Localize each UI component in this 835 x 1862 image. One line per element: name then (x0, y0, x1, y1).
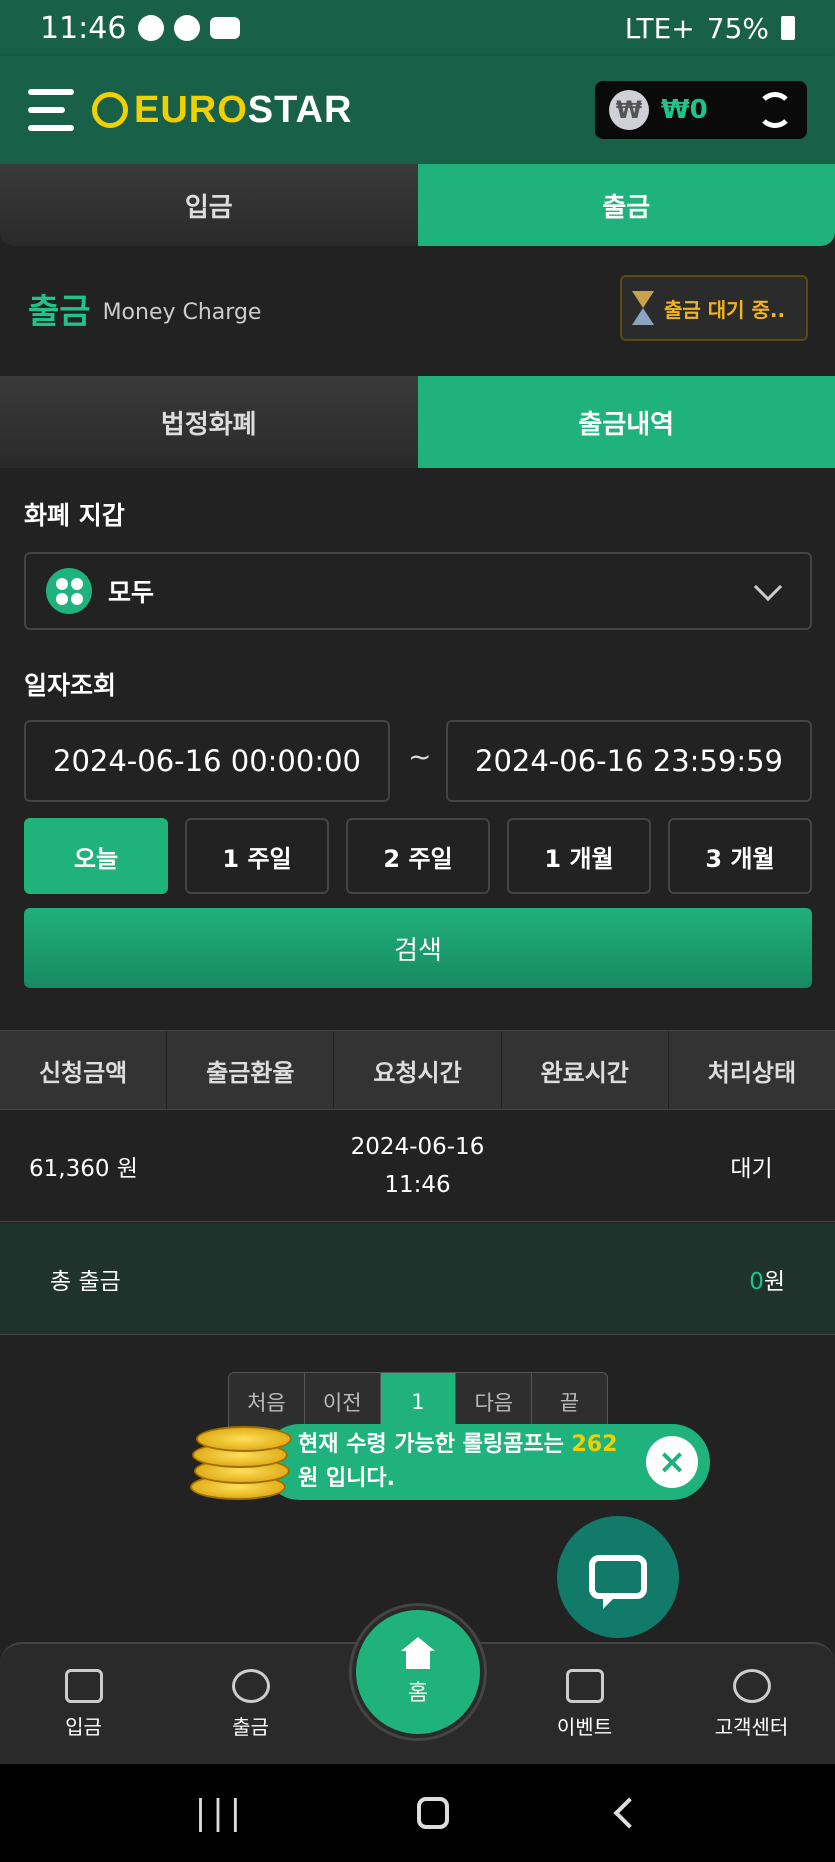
withdraw-icon (231, 1668, 270, 1703)
page-title: 출금 (28, 291, 91, 332)
withdraw-sub-tabs: 법정화폐 출금내역 (0, 376, 835, 468)
back-icon[interactable] (613, 1797, 645, 1829)
close-icon[interactable]: × (646, 1436, 698, 1488)
date-separator: ~ (408, 740, 432, 773)
tab-deposit[interactable]: 입금 (0, 164, 418, 246)
nav-withdraw[interactable]: 출금 (167, 1644, 334, 1764)
cell-request-time: 2024-06-16 11:46 (334, 1110, 501, 1221)
wallet-section-label: 화폐 지갑 (24, 501, 125, 530)
chevron-down-icon (753, 572, 783, 602)
nav-support-label: 고객센터 (714, 1714, 789, 1739)
deposit-withdraw-tabs: 입금 출금 (0, 164, 835, 246)
youtube-icon (210, 17, 241, 39)
nav-home-button[interactable]: 홈 (352, 1606, 484, 1738)
page-title-row: 출금 Money Charge 출금 대기 중.. (28, 272, 808, 344)
status-bar: 11:46 LTE+ 75% (0, 0, 835, 56)
logo-mark-icon (92, 92, 128, 128)
toast-prefix: 현재 수령 가능한 롤링콤프는 (298, 1432, 572, 1457)
battery-level: 75% (706, 11, 769, 45)
period-3month-button[interactable]: 3 개월 (668, 818, 812, 894)
rolling-comp-toast: 현재 수령 가능한 롤링콤프는 262 원 입니다. × (262, 1424, 710, 1500)
all-wallets-icon (46, 568, 92, 614)
col-amount: 신청금액 (0, 1031, 168, 1109)
page-last-button[interactable]: 끝 (532, 1373, 607, 1431)
logo-text-euro: EURO (134, 88, 248, 131)
notification-icons (138, 15, 241, 41)
cell-amount: 61,360 원 (29, 1155, 138, 1182)
toast-message: 현재 수령 가능한 롤링콤프는 262 원 입니다. (298, 1428, 638, 1496)
toast-amount: 262 (571, 1432, 618, 1457)
battery-icon (781, 16, 795, 40)
page-next-button[interactable]: 다음 (456, 1373, 533, 1431)
page-prev-button[interactable]: 이전 (304, 1373, 381, 1431)
app-badge-icon (174, 15, 201, 41)
nav-withdraw-label: 출금 (232, 1714, 269, 1739)
wallet-balance: ₩ ₩0 (595, 81, 807, 139)
date-section-label: 일자조회 (24, 671, 117, 700)
nav-event-label: 이벤트 (556, 1714, 613, 1739)
refresh-icon[interactable] (757, 92, 793, 128)
cell-rate (167, 1110, 334, 1221)
gold-coins-icon (190, 1418, 294, 1502)
menu-icon[interactable] (28, 89, 74, 131)
page-current-button[interactable]: 1 (380, 1373, 457, 1431)
toast-suffix: 원 입니다. (298, 1466, 395, 1491)
home-icon (401, 1637, 435, 1669)
chat-button[interactable] (557, 1516, 679, 1638)
pending-withdraw-badge[interactable]: 출금 대기 중.. (620, 275, 808, 341)
table-row: 61,360 원 2024-06-16 11:46 대기 (0, 1110, 835, 1222)
hourglass-icon (632, 291, 654, 325)
request-date: 2024-06-16 (350, 1133, 485, 1160)
telegram-icon (138, 15, 165, 41)
status-time: 11:46 (40, 10, 127, 46)
total-unit: 원 (763, 1268, 785, 1295)
period-1month-button[interactable]: 1 개월 (507, 818, 651, 894)
system-nav-bar: ||| (0, 1764, 835, 1862)
total-amount: 0원 (749, 1262, 785, 1296)
won-coin-icon: ₩ (609, 90, 649, 130)
search-button[interactable]: 검색 (24, 908, 812, 988)
tab-withdraw-history[interactable]: 출금내역 (417, 376, 835, 468)
network-label: LTE+ (624, 11, 695, 45)
date-from-input[interactable]: 2024-06-16 00:00:00 (24, 720, 390, 802)
nav-home-label: 홈 (407, 1681, 429, 1706)
total-value: 0 (749, 1268, 764, 1295)
period-1week-button[interactable]: 1 주일 (185, 818, 329, 894)
request-clock: 11:46 (384, 1171, 451, 1198)
period-2week-button[interactable]: 2 주일 (346, 818, 490, 894)
app-header: EURO STAR ₩ ₩0 (0, 56, 835, 164)
wallet-select-value: 모두 (108, 578, 155, 607)
page-subtitle: Money Charge (102, 299, 262, 325)
col-request-time: 요청시간 (334, 1031, 502, 1109)
pending-label: 출금 대기 중.. (664, 297, 786, 322)
logo-text-star: STAR (247, 88, 353, 131)
chat-bubble-icon (589, 1555, 647, 1609)
nav-event[interactable]: 이벤트 (501, 1644, 668, 1764)
recent-apps-icon[interactable]: ||| (195, 1793, 247, 1833)
deposit-icon (64, 1668, 103, 1703)
megaphone-icon (565, 1668, 604, 1703)
nav-support[interactable]: 고객센터 (668, 1644, 835, 1764)
period-today-button[interactable]: 오늘 (24, 818, 168, 894)
brand-logo[interactable]: EURO STAR (92, 89, 352, 132)
cell-done-time (501, 1110, 668, 1221)
table-header: 신청금액 출금환율 요청시간 완료시간 처리상태 (0, 1030, 835, 1110)
period-buttons: 오늘 1 주일 2 주일 1 개월 3 개월 (24, 818, 812, 894)
date-to-input[interactable]: 2024-06-16 23:59:59 (446, 720, 812, 802)
col-rate: 출금환율 (167, 1031, 335, 1109)
tab-fiat[interactable]: 법정화폐 (0, 376, 418, 468)
nav-deposit-label: 입금 (65, 1714, 102, 1739)
total-label: 총 출금 (50, 1268, 121, 1295)
cell-status: 대기 (730, 1155, 773, 1182)
support-24-icon (732, 1668, 771, 1703)
wallet-select[interactable]: 모두 (24, 552, 812, 630)
system-indicators: LTE+ 75% (625, 12, 795, 45)
tab-withdraw[interactable]: 출금 (417, 164, 835, 246)
balance-amount: ₩0 (661, 95, 708, 125)
home-system-icon[interactable] (416, 1797, 449, 1829)
total-withdraw-row: 총 출금 0원 (0, 1223, 835, 1335)
col-done-time: 완료시간 (502, 1031, 669, 1109)
nav-deposit[interactable]: 입금 (0, 1644, 167, 1764)
col-status: 처리상태 (707, 1058, 797, 1087)
